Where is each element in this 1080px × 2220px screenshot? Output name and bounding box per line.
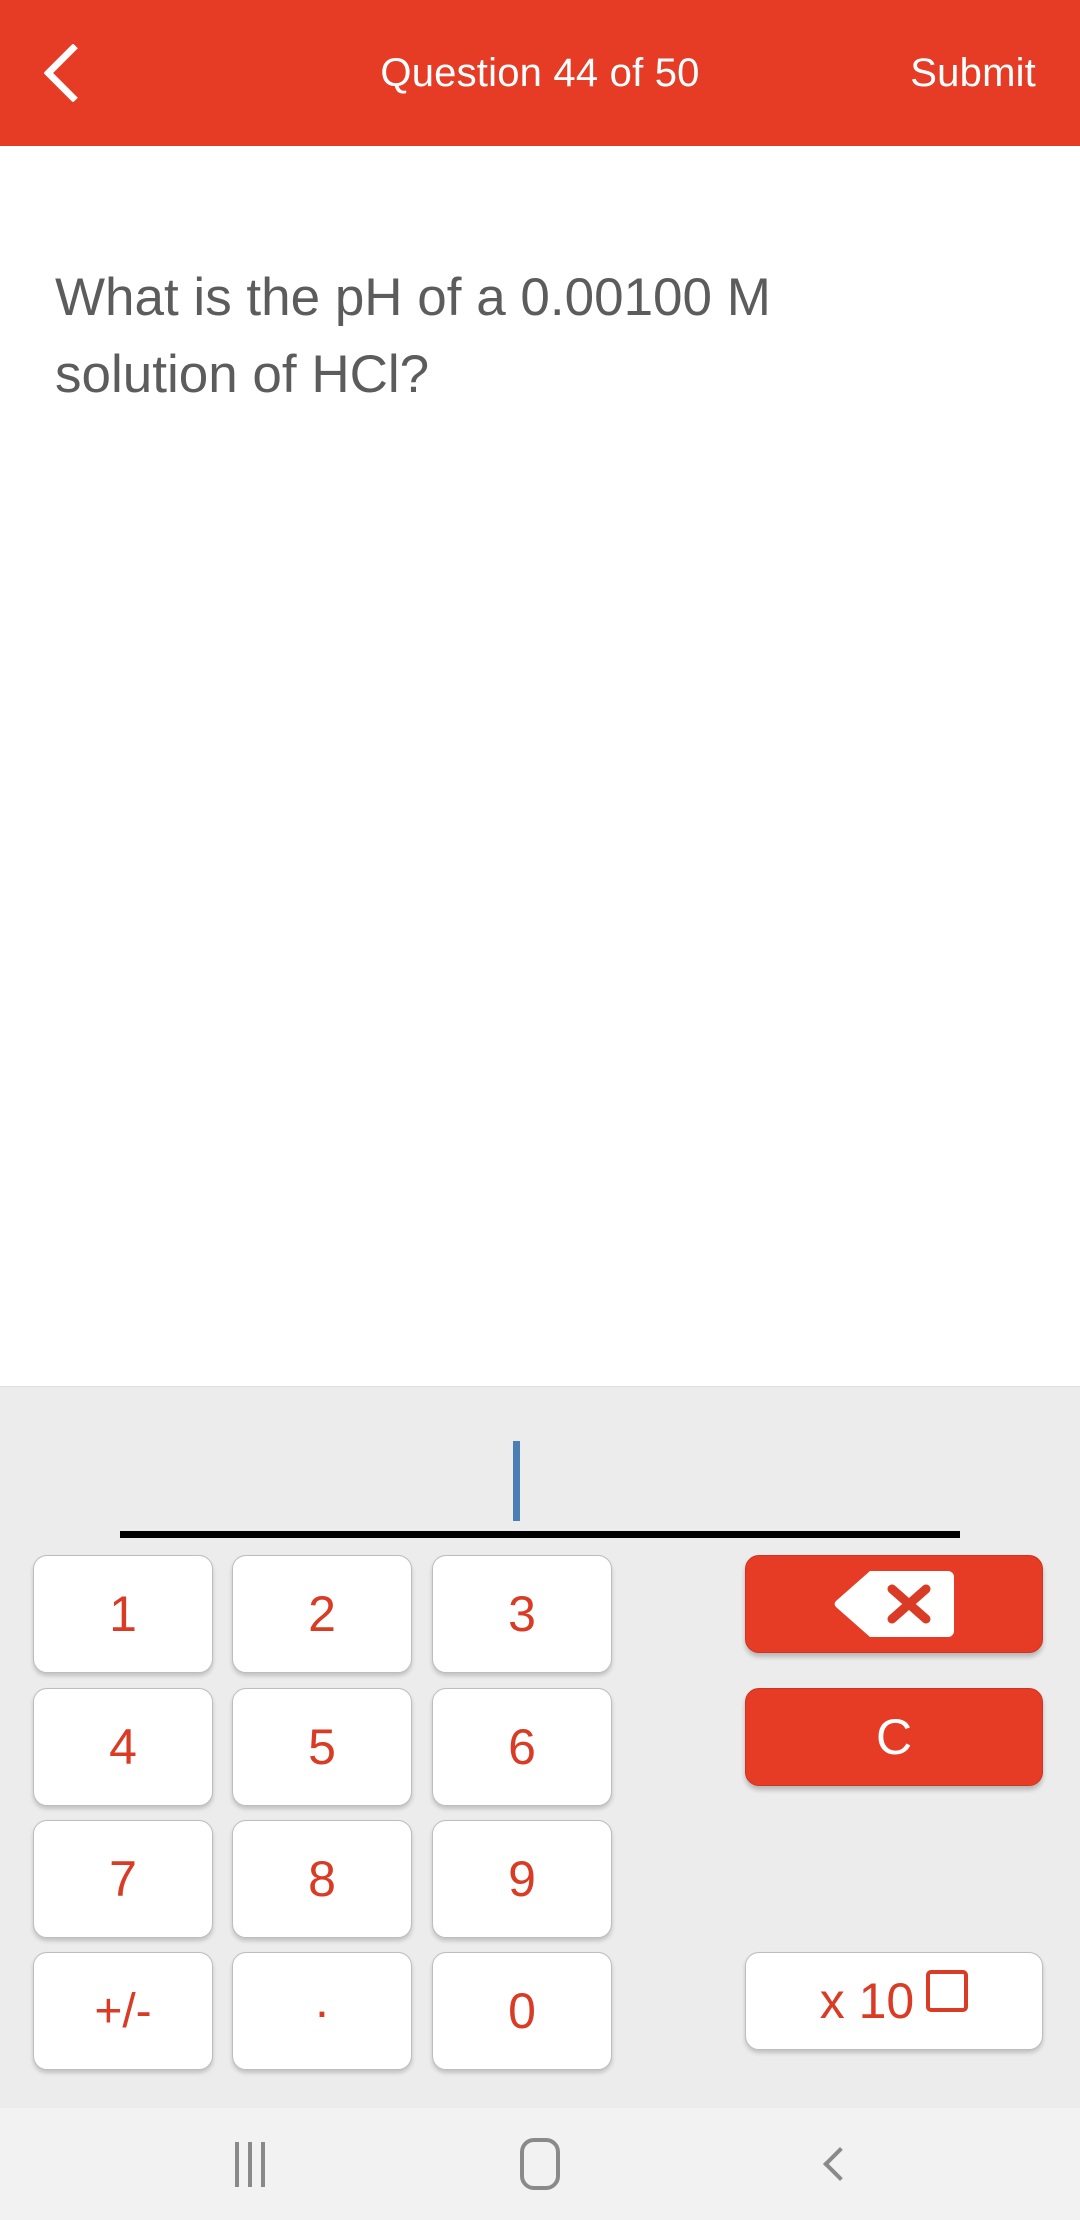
back-icon [823, 2147, 857, 2181]
key-3[interactable]: 3 [432, 1555, 612, 1673]
clear-button[interactable]: C [745, 1688, 1043, 1786]
key-2[interactable]: 2 [232, 1555, 412, 1673]
key-4[interactable]: 4 [33, 1688, 213, 1806]
recents-icon [235, 2141, 265, 2187]
app-screen: Question 44 of 50 Submit What is the pH … [0, 0, 1080, 2220]
exponent-placeholder-box [926, 1970, 969, 2012]
key-0[interactable]: 0 [432, 1952, 612, 2070]
key-8[interactable]: 8 [232, 1820, 412, 1938]
nav-recents-button[interactable] [170, 2108, 330, 2220]
nav-home-button[interactable] [460, 2108, 620, 2220]
android-navbar [0, 2108, 1080, 2220]
keypad-keys: 1 2 3 4 5 6 7 8 9 +/- . 0 C x 10 [0, 1555, 1080, 2095]
key-9[interactable]: 9 [432, 1820, 612, 1938]
submit-button[interactable]: Submit [910, 0, 1036, 146]
key-5[interactable]: 5 [232, 1688, 412, 1806]
exponent-button[interactable]: x 10 [745, 1952, 1043, 2050]
backspace-icon [834, 1567, 954, 1641]
answer-value [120, 1405, 960, 1509]
text-caret [513, 1441, 520, 1521]
exponent-label: x 10 [819, 1973, 915, 2029]
answer-underline [120, 1531, 960, 1538]
home-icon [520, 2138, 560, 2190]
question-text: What is the pH of a 0.00100 M solution o… [55, 268, 771, 404]
key-7[interactable]: 7 [33, 1820, 213, 1938]
key-6[interactable]: 6 [432, 1688, 612, 1806]
backspace-button[interactable] [745, 1555, 1043, 1653]
answer-input[interactable] [0, 1405, 1080, 1538]
key-plus-minus[interactable]: +/- [33, 1952, 213, 2070]
nav-back-button[interactable] [760, 2108, 920, 2220]
app-header: Question 44 of 50 Submit [0, 0, 1080, 146]
question-area: What is the pH of a 0.00100 M solution o… [0, 146, 1080, 1386]
key-1[interactable]: 1 [33, 1555, 213, 1673]
numeric-keypad-panel: 1 2 3 4 5 6 7 8 9 +/- . 0 C x 10 [0, 1386, 1080, 2108]
key-decimal[interactable]: . [232, 1952, 412, 2070]
